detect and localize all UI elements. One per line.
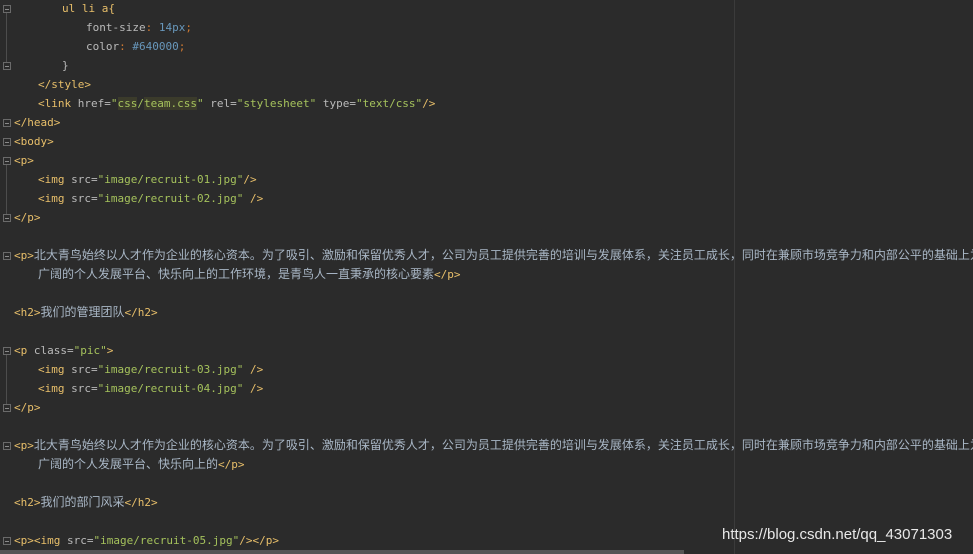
code-token: /> (249, 363, 264, 376)
code-token: "image/recruit-05.jpg" (93, 534, 240, 547)
code-line[interactable]: <img src="image/recruit-02.jpg" /> (38, 189, 263, 208)
code-token: </style> (38, 78, 91, 91)
code-token: /> (422, 97, 436, 110)
code-token: 北大青鸟始终以人才作为企业的核心资本。为了吸引、激励和保留优秀人才，公司为员工提… (33, 438, 973, 452)
code-token: > (106, 344, 114, 357)
code-token: color (86, 40, 120, 53)
code-token: /> (249, 192, 264, 205)
code-line[interactable]: <p> (14, 151, 34, 170)
code-token: 我们的部门风采 (40, 495, 125, 509)
code-token: "stylesheet" (236, 97, 323, 110)
code-token: team.css (144, 97, 197, 110)
code-token: <p> (14, 154, 34, 167)
code-token: css (117, 97, 138, 110)
code-token: 广阔的个人发展平台、快乐向上的 (38, 457, 219, 471)
code-editor[interactable]: ul li a{font-size: 14px; color: #640000;}… (0, 0, 973, 554)
code-token: /> (239, 534, 253, 547)
code-token: / (137, 97, 144, 110)
code-token: <p (14, 344, 34, 357)
code-token: src= (71, 173, 98, 186)
code-token: <body> (14, 135, 54, 148)
code-token: : (145, 21, 159, 34)
code-token: src= (71, 192, 98, 205)
code-token: <h2> (14, 306, 41, 319)
code-token: 我们的管理团队 (40, 305, 125, 319)
code-token: font-size (86, 21, 146, 34)
code-line[interactable]: <p>北大青鸟始终以人才作为企业的核心资本。为了吸引、激励和保留优秀人才，公司为… (14, 436, 973, 455)
code-token: </p> (252, 534, 279, 547)
code-line[interactable]: font-size: 14px; (86, 18, 192, 37)
code-token: ; (178, 40, 186, 53)
code-token: </p> (14, 211, 41, 224)
code-line[interactable]: <h2>我们的部门风采</h2> (14, 493, 158, 512)
code-token: #640000 (132, 40, 179, 53)
code-line[interactable]: <img src="image/recruit-03.jpg" /> (38, 360, 263, 379)
code-line[interactable]: <link href="css/team.css" rel="styleshee… (38, 94, 435, 113)
code-token: 14px (158, 21, 186, 34)
code-line[interactable]: ul li a{ (62, 0, 115, 18)
code-token: <img (38, 192, 72, 205)
code-token: href= (77, 97, 111, 110)
code-token: ; (185, 21, 192, 34)
code-token: </p> (14, 401, 41, 414)
code-token: </p> (434, 268, 461, 281)
code-token: "image/recruit-01.jpg" (97, 173, 244, 186)
watermark-url: https://blog.csdn.net/qq_43071303 (722, 526, 953, 543)
code-line[interactable]: <p><img src="image/recruit-05.jpg"/></p> (14, 531, 279, 550)
code-line[interactable]: </p> (14, 208, 41, 227)
code-line[interactable]: color: #640000; (86, 37, 185, 56)
code-line[interactable]: <body> (14, 132, 54, 151)
code-token: /> (243, 173, 257, 186)
code-line[interactable]: <img src="image/recruit-01.jpg"/> (38, 170, 257, 189)
code-token: "text/css" (355, 97, 423, 110)
code-line[interactable]: 广阔的个人发展平台、快乐向上的工作环境，是青鸟人一直秉承的核心要素</p> (38, 265, 461, 284)
code-token: <img (33, 534, 67, 547)
code-token: <p> (14, 249, 34, 262)
code-token: src= (71, 363, 98, 376)
code-token: : (119, 40, 133, 53)
code-token: " (110, 97, 118, 110)
horizontal-scrollbar[interactable] (0, 550, 684, 554)
code-line[interactable]: </head> (14, 113, 60, 132)
code-line[interactable]: } (62, 56, 69, 75)
code-token: /> (249, 382, 264, 395)
code-token: "pic" (73, 344, 107, 357)
code-token: } (62, 59, 69, 72)
code-token: <img (38, 382, 72, 395)
code-line[interactable]: <h2>我们的管理团队</h2> (14, 303, 158, 322)
code-token: src= (71, 382, 98, 395)
code-token: src= (67, 534, 94, 547)
code-line[interactable]: <p>北大青鸟始终以人才作为企业的核心资本。为了吸引、激励和保留优秀人才，公司为… (14, 246, 973, 265)
code-token: "image/recruit-03.jpg" (97, 363, 250, 376)
code-token: <p> (14, 534, 34, 547)
code-token: ul li a{ (62, 2, 115, 15)
code-line[interactable]: <img src="image/recruit-04.jpg" /> (38, 379, 263, 398)
code-token: <p> (14, 439, 34, 452)
code-line[interactable]: </style> (38, 75, 91, 94)
code-line[interactable]: </p> (14, 398, 41, 417)
code-token: rel= (210, 97, 237, 110)
code-line[interactable]: <p class="pic"> (14, 341, 113, 360)
code-token: type= (322, 97, 356, 110)
code-token: <h2> (14, 496, 41, 509)
code-token: " (196, 97, 211, 110)
code-token: "image/recruit-02.jpg" (97, 192, 250, 205)
code-token: <img (38, 173, 72, 186)
code-line[interactable]: 广阔的个人发展平台、快乐向上的</p> (38, 455, 245, 474)
code-token: 北大青鸟始终以人才作为企业的核心资本。为了吸引、激励和保留优秀人才，公司为员工提… (33, 248, 973, 262)
code-token: </h2> (124, 496, 158, 509)
code-token: </p> (218, 458, 245, 471)
code-token: </h2> (124, 306, 158, 319)
code-token: <link (38, 97, 78, 110)
code-token: <img (38, 363, 72, 376)
code-area[interactable]: ul li a{font-size: 14px; color: #640000;}… (0, 0, 973, 554)
code-token: 广阔的个人发展平台、快乐向上的工作环境，是青鸟人一直秉承的核心要素 (38, 267, 435, 281)
code-token: </head> (14, 116, 61, 129)
code-token: "image/recruit-04.jpg" (97, 382, 250, 395)
code-token: class= (33, 344, 74, 357)
